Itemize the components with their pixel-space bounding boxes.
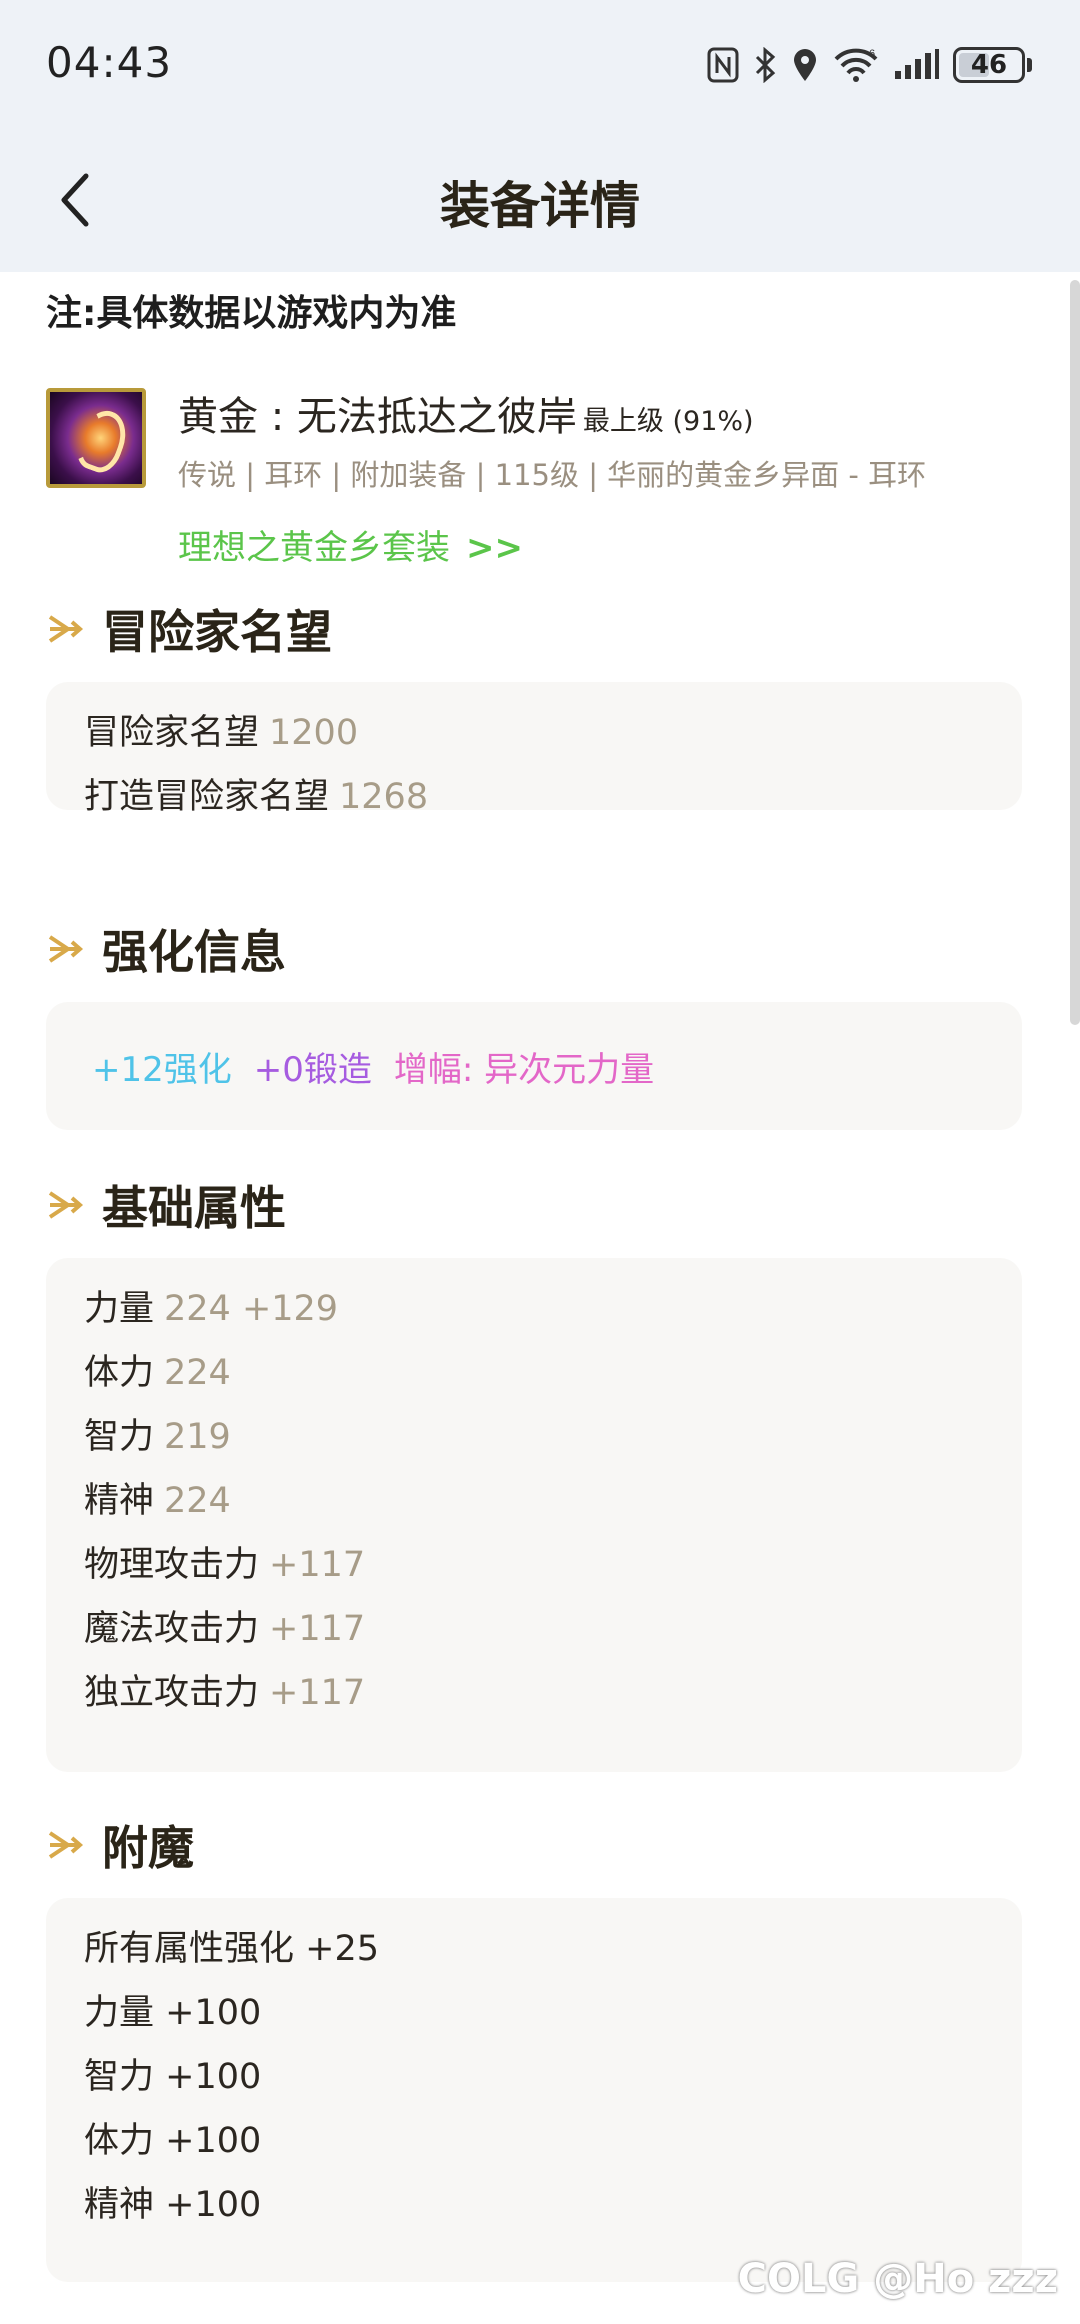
section-title-base: 基础属性: [46, 1172, 286, 1238]
forge-level: +0锻造: [253, 1050, 372, 1090]
row-label: 精神: [84, 1481, 155, 1521]
status-time: 04:43: [46, 38, 173, 87]
enchant-row: 精神 +100: [84, 2185, 262, 2225]
enchant-row: 体力 +100: [84, 2121, 262, 2161]
section-title-enchant: 附魔: [46, 1812, 194, 1878]
row-value: +117: [269, 1609, 366, 1649]
fame-row: 冒险家名望 1200: [84, 704, 358, 755]
enchant-row: 所有属性强化 +25: [84, 1929, 379, 1969]
enhance-card: +12强化 +0锻造 增幅: 异次元力量: [46, 1002, 1022, 1130]
attribute-row: 物理攻击力 +117: [84, 1536, 365, 1587]
battery-level: 46: [970, 50, 1008, 80]
item-meta: 传说 | 耳环 | 附加装备 | 115级 | 华丽的黄金乡异面 - 耳环: [178, 458, 927, 492]
watermark: COLG @Ho zzz: [737, 2256, 1058, 2302]
item-name: 黄金 : 无法抵达之彼岸 最上级 (91%): [178, 384, 754, 442]
enhance-info: +12强化 +0锻造 增幅: 异次元力量: [92, 1042, 676, 1091]
row-value: 224: [164, 1481, 231, 1521]
enchant-row: 力量 +100: [84, 1993, 262, 2033]
set-link-label: 理想之黄金乡套装: [178, 528, 450, 568]
section-arrow-icon: [48, 1831, 84, 1859]
row-label: 智力: [84, 1417, 155, 1457]
section-arrow-icon: [48, 615, 84, 643]
attribute-row: 独立攻击力 +117: [84, 1664, 365, 1715]
row-label: 冒险家名望: [84, 713, 260, 753]
row-label: 体力: [84, 1353, 155, 1393]
base-attributes-card: 力量 224 +129 体力 224 智力 219 精神 224 物理攻击力 +117 魔…: [46, 1258, 1022, 1772]
attribute-row: 魔法攻击力 +117: [84, 1600, 365, 1651]
wifi-icon: 6: [833, 47, 879, 83]
enchant-row: 智力 +100: [84, 2057, 262, 2097]
attribute-row: 体力 224: [84, 1344, 231, 1395]
section-title-text: 基础属性: [102, 1181, 286, 1235]
attribute-row: 精神 224: [84, 1472, 231, 1523]
amplify-info: 增幅: 异次元力量: [393, 1050, 655, 1090]
svg-text:6: 6: [869, 48, 875, 60]
status-bar: 04:43 6 46: [0, 0, 1080, 128]
section-title-fame: 冒险家名望: [46, 596, 332, 662]
signal-icon: [893, 49, 939, 81]
row-value: 224: [164, 1353, 231, 1393]
section-arrow-icon: [48, 935, 84, 963]
row-value: 1200: [269, 713, 359, 753]
set-link[interactable]: 理想之黄金乡套装 >>: [178, 520, 523, 569]
fame-row: 打造冒险家名望 1268: [84, 768, 428, 819]
row-value: +117: [269, 1545, 366, 1585]
section-arrow-icon: [48, 1191, 84, 1219]
section-title-text: 附魔: [102, 1821, 194, 1875]
scrollbar[interactable]: [1070, 280, 1080, 1025]
section-title-text: 冒险家名望: [102, 605, 332, 659]
bluetooth-icon: [753, 47, 777, 83]
status-icons: 6 46: [707, 40, 1032, 90]
section-title-text: 强化信息: [102, 925, 286, 979]
row-label: 打造冒险家名望: [84, 777, 330, 817]
section-title-enhance: 强化信息: [46, 916, 286, 982]
row-value: +117: [269, 1673, 366, 1713]
fame-card: 冒险家名望 1200 打造冒险家名望 1268: [46, 682, 1022, 817]
battery-icon: 46: [953, 47, 1032, 83]
set-link-arrow: >>: [466, 528, 523, 568]
attribute-row: 智力 219: [84, 1408, 231, 1459]
item-image: [46, 388, 146, 488]
page-title: 装备详情: [440, 177, 640, 235]
row-value: 219: [164, 1417, 231, 1457]
row-value: 224 +129: [164, 1289, 339, 1329]
item-name-text: 黄金 : 无法抵达之彼岸: [178, 394, 577, 440]
nfc-icon: [707, 47, 739, 83]
row-label: 魔法攻击力: [84, 1609, 260, 1649]
enchant-card: 所有属性强化 +25 力量 +100 智力 +100 体力 +100 精神 +1…: [46, 1898, 1022, 2282]
equipment-detail-content[interactable]: 注:具体数据以游戏内为准 黄金 : 无法抵达之彼岸 最上级 (91%) 传说 | …: [0, 272, 1080, 2324]
reinforce-level: +12强化: [92, 1050, 232, 1090]
location-icon: [791, 47, 819, 83]
row-label: 物理攻击力: [84, 1545, 260, 1585]
row-label: 独立攻击力: [84, 1673, 260, 1713]
page-header: 装备详情: [0, 128, 1080, 272]
row-value: 1268: [339, 777, 429, 817]
item-grade: 最上级 (91%): [582, 406, 754, 437]
disclaimer-note: 注:具体数据以游戏内为准: [46, 293, 457, 334]
row-label: 力量: [84, 1289, 155, 1329]
attribute-row: 力量 224 +129: [84, 1280, 338, 1331]
